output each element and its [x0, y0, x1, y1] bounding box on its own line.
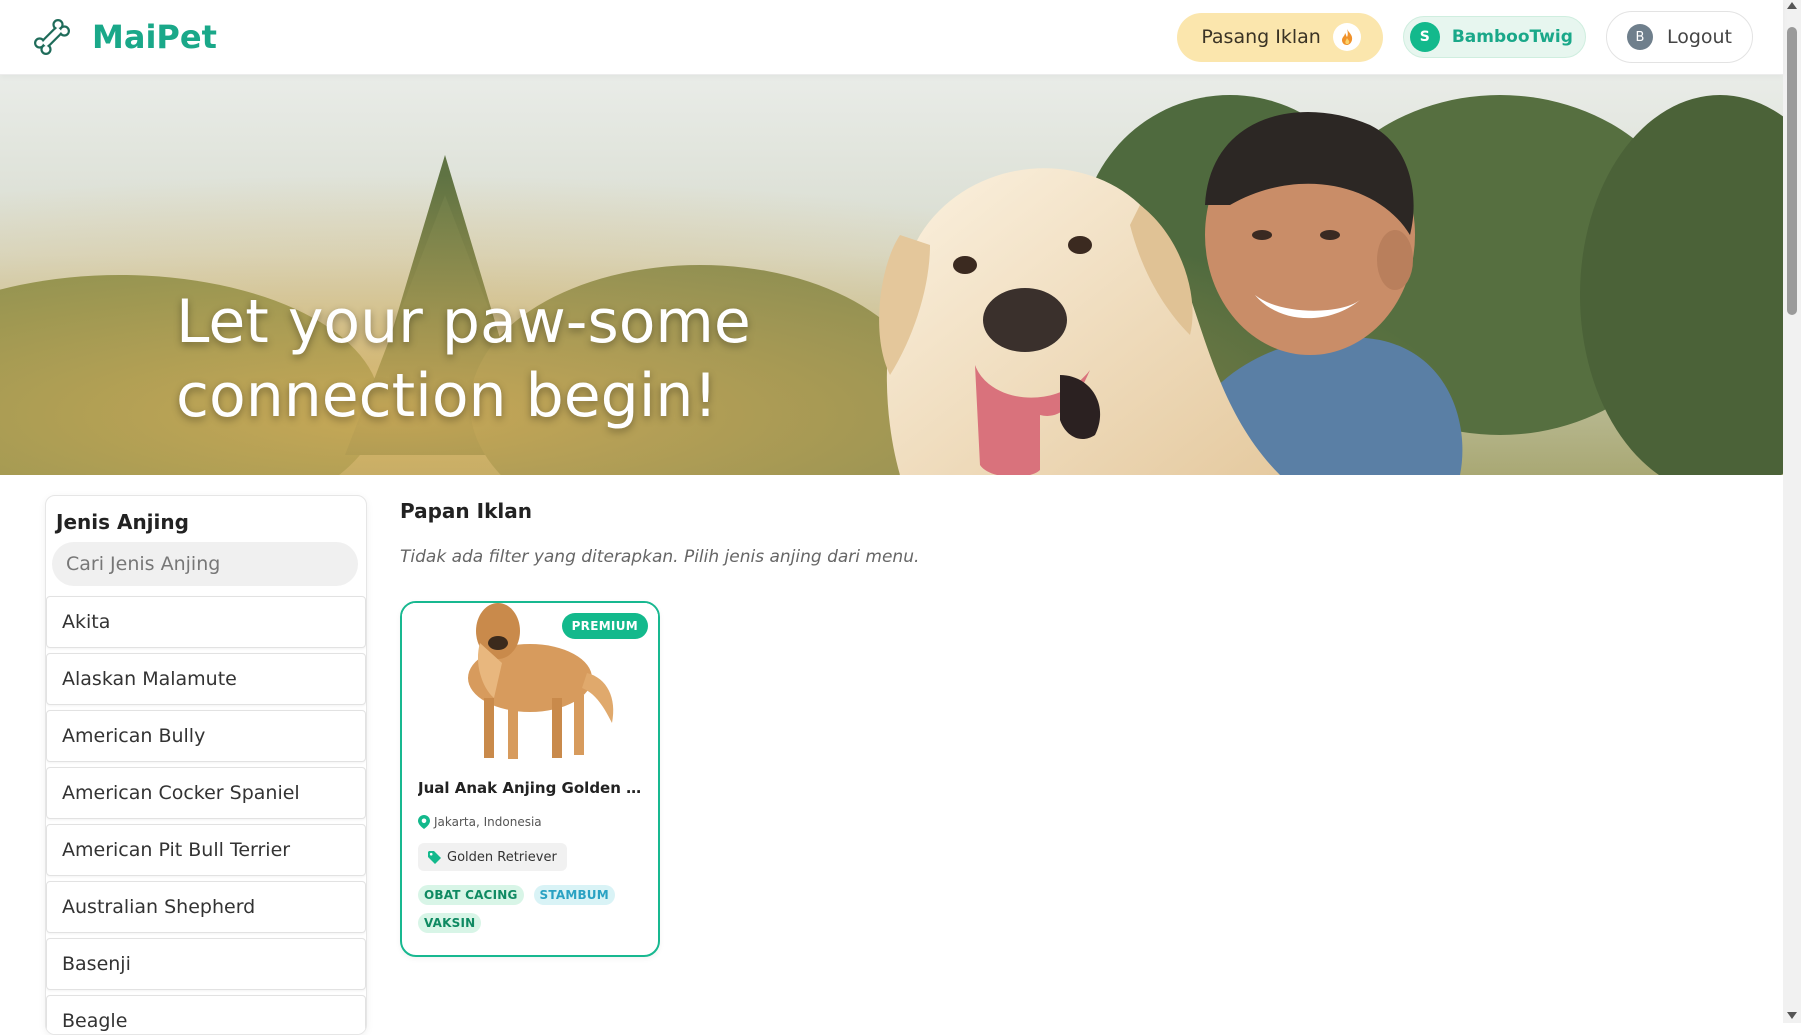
tag-icon — [428, 850, 441, 864]
avatar: S — [1409, 22, 1440, 52]
header-actions: Pasang Iklan S BambooTwig B Logout — [1177, 11, 1753, 63]
premium-badge: PREMIUM — [561, 613, 648, 639]
brand-name: MaiPet — [92, 18, 217, 56]
top-navbar: MaiPet Pasang Iklan S BambooTwig B Logou… — [0, 0, 1783, 75]
listing-card[interactable]: PREMIUM Jual Anak Anjing Golden Retr... … — [400, 601, 660, 957]
tag-vaksin: VAKSIN — [418, 913, 482, 933]
tag-stambum: STAMBUM — [533, 885, 615, 905]
listing-location-text: Jakarta, Indonesia — [434, 815, 542, 829]
logout-label: Logout — [1666, 26, 1732, 48]
page-scrollbar[interactable] — [1783, 0, 1801, 1023]
no-filter-message: Tidak ada filter yang diterapkan. Pilih … — [400, 547, 920, 567]
logout-avatar: B — [1626, 24, 1653, 50]
breed-list: Akita Alaskan Malamute American Bully Am… — [46, 596, 366, 1034]
hero-headline: Let your paw-some connection begin! — [176, 287, 751, 431]
post-ad-label: Pasang Iklan — [1201, 26, 1321, 48]
listing-breed-text: Golden Retriever — [447, 849, 557, 865]
sidebar-title: Jenis Anjing — [56, 510, 189, 534]
sidebar-item-alaskan-malamute[interactable]: Alaskan Malamute — [46, 653, 366, 705]
listing-breed-tag: Golden Retriever — [418, 843, 567, 871]
logout-button[interactable]: B Logout — [1605, 11, 1753, 63]
sidebar-item-american-pit-bull-terrier[interactable]: American Pit Bull Terrier — [46, 824, 366, 876]
scroll-up-arrow-icon[interactable] — [1787, 2, 1797, 9]
sidebar-item-akita[interactable]: Akita — [46, 596, 366, 648]
username: BambooTwig — [1451, 27, 1573, 47]
hero-banner: Let your paw-some connection begin! — [0, 75, 1783, 475]
breed-sidebar: Jenis Anjing Akita Alaskan Malamute Amer… — [45, 495, 367, 1035]
sidebar-item-american-bully[interactable]: American Bully — [46, 710, 366, 762]
ad-board: Papan Iklan Tidak ada filter yang ditera… — [400, 495, 1700, 957]
brand[interactable]: MaiPet — [30, 15, 217, 59]
sidebar-item-basenji[interactable]: Basenji — [46, 938, 366, 990]
sidebar-item-australian-shepherd[interactable]: Australian Shepherd — [46, 881, 366, 933]
listing-title: Jual Anak Anjing Golden Retr... — [418, 779, 644, 797]
bone-icon — [34, 19, 70, 55]
tag-obat-cacing: OBAT CACING — [418, 885, 524, 905]
user-profile-chip[interactable]: S BambooTwig — [1402, 16, 1586, 58]
sidebar-item-american-cocker-spaniel[interactable]: American Cocker Spaniel — [46, 767, 366, 819]
scroll-thumb[interactable] — [1787, 27, 1797, 315]
flame-icon — [1332, 23, 1361, 51]
sidebar-item-beagle[interactable]: Beagle — [46, 995, 366, 1034]
post-ad-button[interactable]: Pasang Iklan — [1177, 12, 1383, 62]
page-title: Papan Iklan — [400, 499, 532, 523]
breed-search-input[interactable] — [52, 542, 358, 586]
listing-location: Jakarta, Indonesia — [418, 815, 542, 829]
scroll-down-arrow-icon[interactable] — [1787, 1012, 1797, 1019]
location-pin-icon — [418, 815, 430, 829]
listing-tags: OBAT CACING STAMBUM VAKSIN — [418, 885, 648, 933]
